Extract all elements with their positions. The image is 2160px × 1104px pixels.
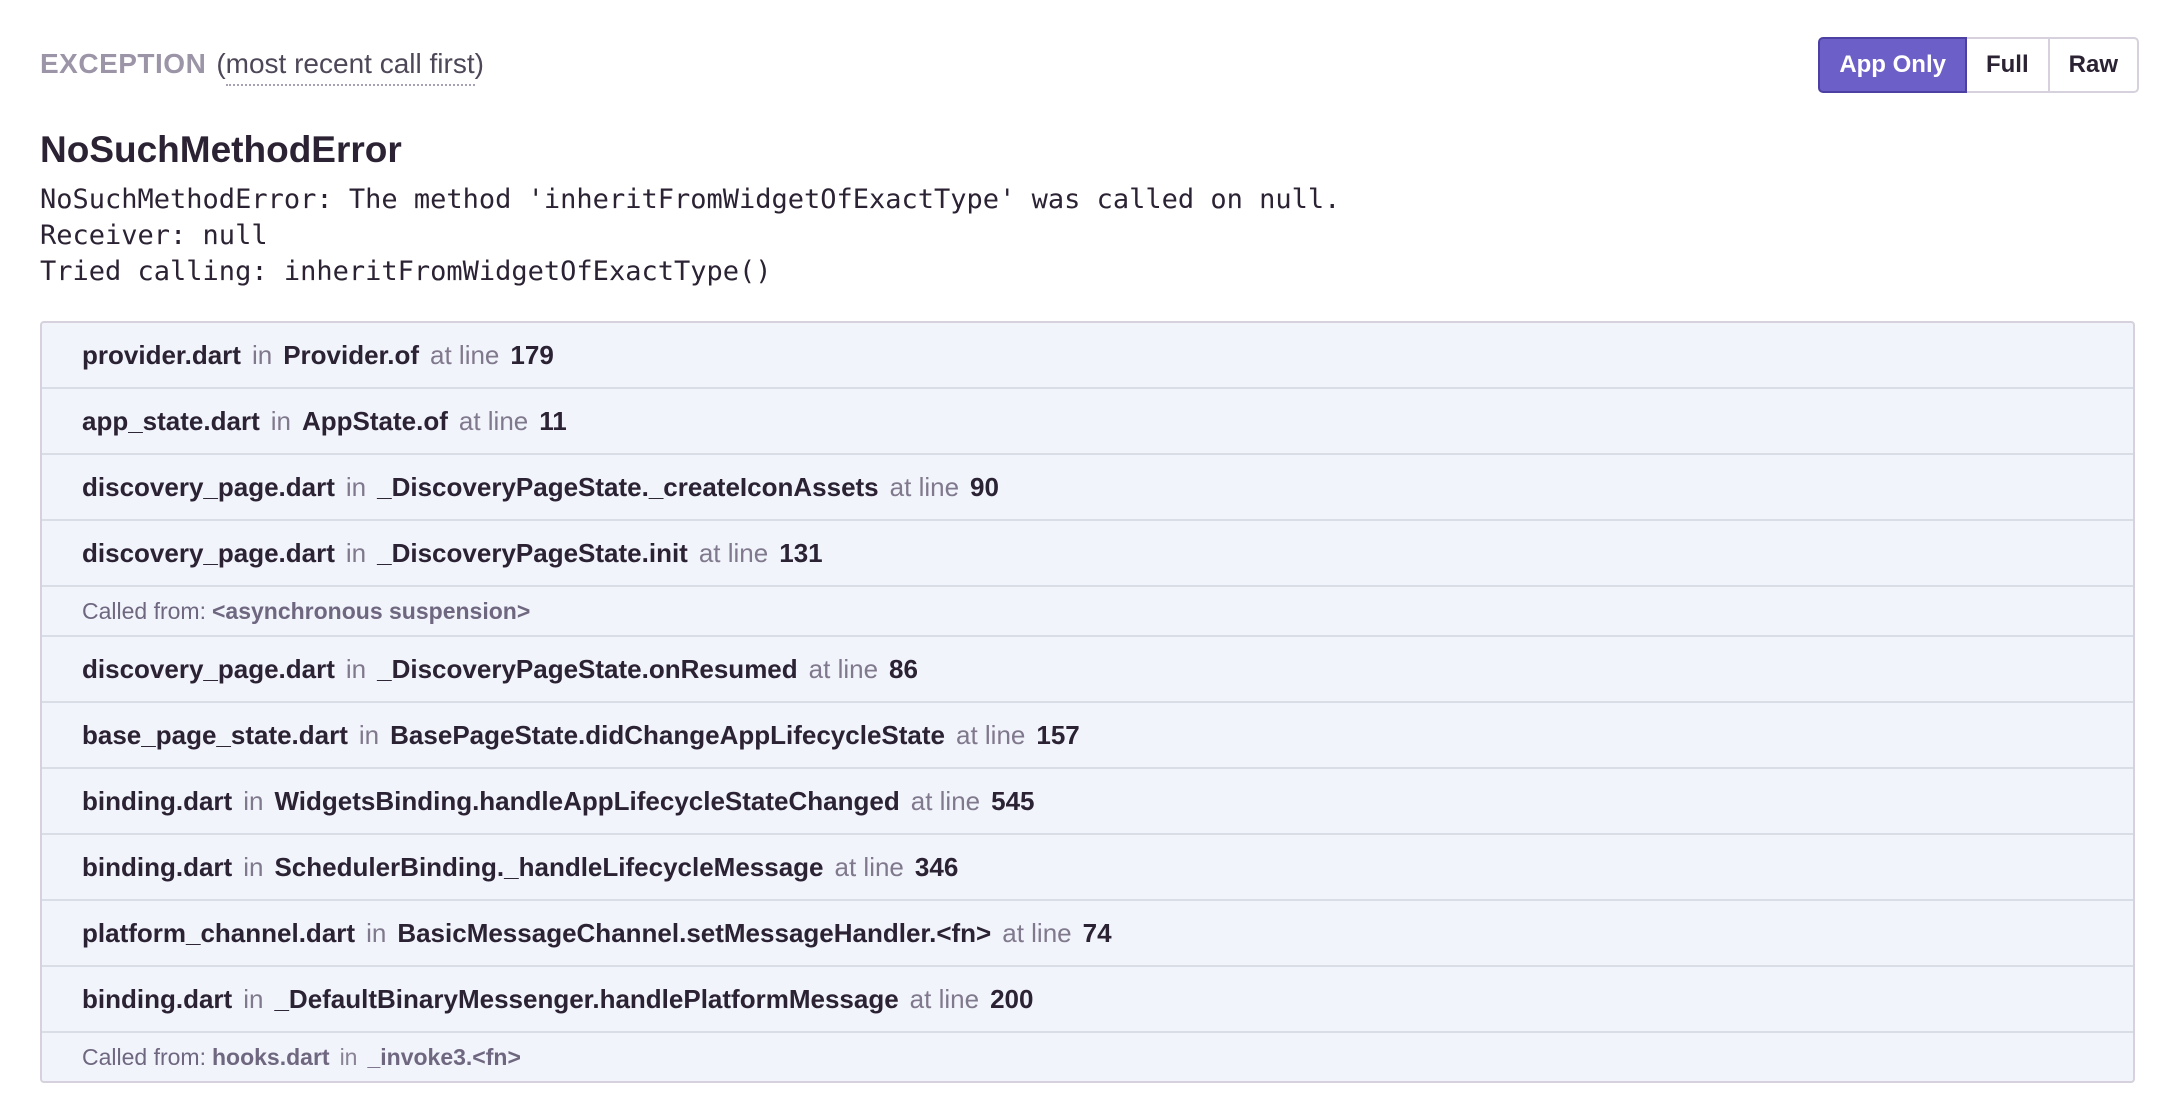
- frame-at-line-label: at line: [1002, 917, 1072, 948]
- frame-filename: discovery_page.dart: [82, 471, 335, 502]
- frame-at-line-label: at line: [889, 471, 960, 502]
- exception-type: NoSuchMethodError: [40, 129, 402, 170]
- frame-filename: platform_channel.dart: [82, 917, 356, 948]
- frame-at-line-label: at line: [698, 537, 769, 568]
- frame-line-number: 179: [510, 339, 554, 370]
- frame-filename: binding.dart: [82, 983, 233, 1014]
- called-from-label: Called from:: [82, 597, 206, 624]
- frame-filename: binding.dart: [82, 851, 233, 882]
- frame-in-label: in: [270, 405, 291, 436]
- stack-frame[interactable]: platform_channel.dart in BasicMessageCha…: [42, 899, 2133, 965]
- frame-line-number: 74: [1082, 917, 1112, 948]
- frame-at-line-label: at line: [956, 719, 1026, 750]
- called-from-label: Called from:: [82, 1043, 206, 1070]
- stacktrace-frames: provider.dart in Provider.of at line 179…: [40, 321, 2135, 1083]
- stack-frame[interactable]: discovery_page.dart in _DiscoveryPageSta…: [42, 635, 2133, 701]
- frame-in-label: in: [366, 917, 387, 948]
- frame-at-line-label: at line: [909, 983, 980, 1014]
- called-from-value: <asynchronous suspension>: [211, 597, 531, 624]
- frame-at-line-label: at line: [834, 851, 904, 882]
- frame-line-number: 86: [889, 653, 918, 684]
- frame-line-number: 11: [539, 405, 567, 436]
- frame-filename: discovery_page.dart: [82, 537, 335, 568]
- stacktrace-view-toggle: App Only Full Raw: [1818, 37, 2139, 93]
- frame-filename: discovery_page.dart: [82, 653, 335, 684]
- frame-function: _DiscoveryPageState.onResumed: [377, 653, 798, 684]
- called-from-in-label: in: [339, 1043, 358, 1070]
- frame-function: Provider.of: [283, 339, 420, 370]
- frame-line-number: 200: [990, 983, 1034, 1014]
- frame-at-line-label: at line: [458, 405, 529, 436]
- frame-filename: app_state.dart: [82, 405, 260, 436]
- frame-in-label: in: [243, 851, 264, 882]
- stack-frame[interactable]: binding.dart in SchedulerBinding._handle…: [42, 833, 2133, 899]
- frame-function: _DiscoveryPageState.init: [377, 537, 688, 568]
- frame-function: BasicMessageChannel.setMessageHandler.<f…: [397, 917, 992, 948]
- called-from-file: hooks.dart: [211, 1043, 330, 1070]
- frame-in-label: in: [243, 785, 264, 816]
- frame-function: SchedulerBinding._handleLifecycleMessage: [274, 851, 824, 882]
- frame-at-line-label: at line: [808, 653, 879, 684]
- called-from-row: Called from: hooks.dart in _invoke3.<fn>: [42, 1031, 2133, 1081]
- raw-button[interactable]: Raw: [2049, 37, 2139, 93]
- exception-message: NoSuchMethodError: The method 'inheritFr…: [40, 182, 1340, 290]
- frame-at-line-label: at line: [910, 785, 981, 816]
- called-from-row: Called from: <asynchronous suspension>: [42, 585, 2133, 635]
- frame-filename: binding.dart: [82, 785, 233, 816]
- stack-frame[interactable]: app_state.dart in AppState.of at line 11: [42, 387, 2133, 453]
- frame-function: _DefaultBinaryMessenger.handlePlatformMe…: [274, 983, 899, 1014]
- frame-in-label: in: [358, 719, 380, 750]
- frame-function: _DiscoveryPageState._createIconAssets: [377, 471, 879, 502]
- frame-line-number: 90: [970, 471, 999, 502]
- exception-message-line: NoSuchMethodError: The method 'inheritFr…: [40, 184, 1341, 215]
- stack-frame[interactable]: provider.dart in Provider.of at line 179: [42, 323, 2133, 387]
- full-button[interactable]: Full: [1966, 37, 2050, 93]
- exception-label: EXCEPTION: [40, 48, 207, 79]
- frame-filename: base_page_state.dart: [82, 719, 348, 750]
- frame-function: BasePageState.didChangeAppLifecycleState: [390, 719, 945, 750]
- frame-function: WidgetsBinding.handleAppLifecycleStateCh…: [274, 785, 900, 816]
- open-paren: (: [216, 48, 226, 79]
- called-from-function: _invoke3.<fn>: [367, 1043, 521, 1070]
- call-order-hint[interactable]: most recent call first: [225, 44, 475, 86]
- frame-in-label: in: [251, 339, 273, 370]
- frame-line-number: 346: [914, 851, 959, 882]
- exception-message-line: Receiver: null: [40, 220, 268, 251]
- frame-function: AppState.of: [301, 405, 448, 436]
- frame-in-label: in: [345, 653, 367, 684]
- stack-frame[interactable]: discovery_page.dart in _DiscoveryPageSta…: [42, 519, 2133, 585]
- frame-line-number: 157: [1036, 719, 1080, 750]
- stack-frame[interactable]: discovery_page.dart in _DiscoveryPageSta…: [42, 453, 2133, 519]
- frame-line-number: 545: [991, 785, 1035, 816]
- frame-in-label: in: [345, 471, 367, 502]
- frame-line-number: 131: [779, 537, 823, 568]
- stack-frame[interactable]: base_page_state.dart in BasePageState.di…: [42, 701, 2133, 767]
- app-only-button[interactable]: App Only: [1818, 37, 1967, 93]
- exception-message-line: Tried calling: inheritFromWidgetOfExactT…: [40, 256, 772, 287]
- frame-in-label: in: [243, 983, 264, 1014]
- exception-header: EXCEPTION (most recent call first): [40, 44, 484, 86]
- close-paren: ): [474, 48, 484, 79]
- frame-filename: provider.dart: [82, 339, 241, 370]
- stack-frame[interactable]: binding.dart in WidgetsBinding.handleApp…: [42, 767, 2133, 833]
- frame-in-label: in: [345, 537, 367, 568]
- stack-frame[interactable]: binding.dart in _DefaultBinaryMessenger.…: [42, 965, 2133, 1031]
- frame-at-line-label: at line: [430, 339, 500, 370]
